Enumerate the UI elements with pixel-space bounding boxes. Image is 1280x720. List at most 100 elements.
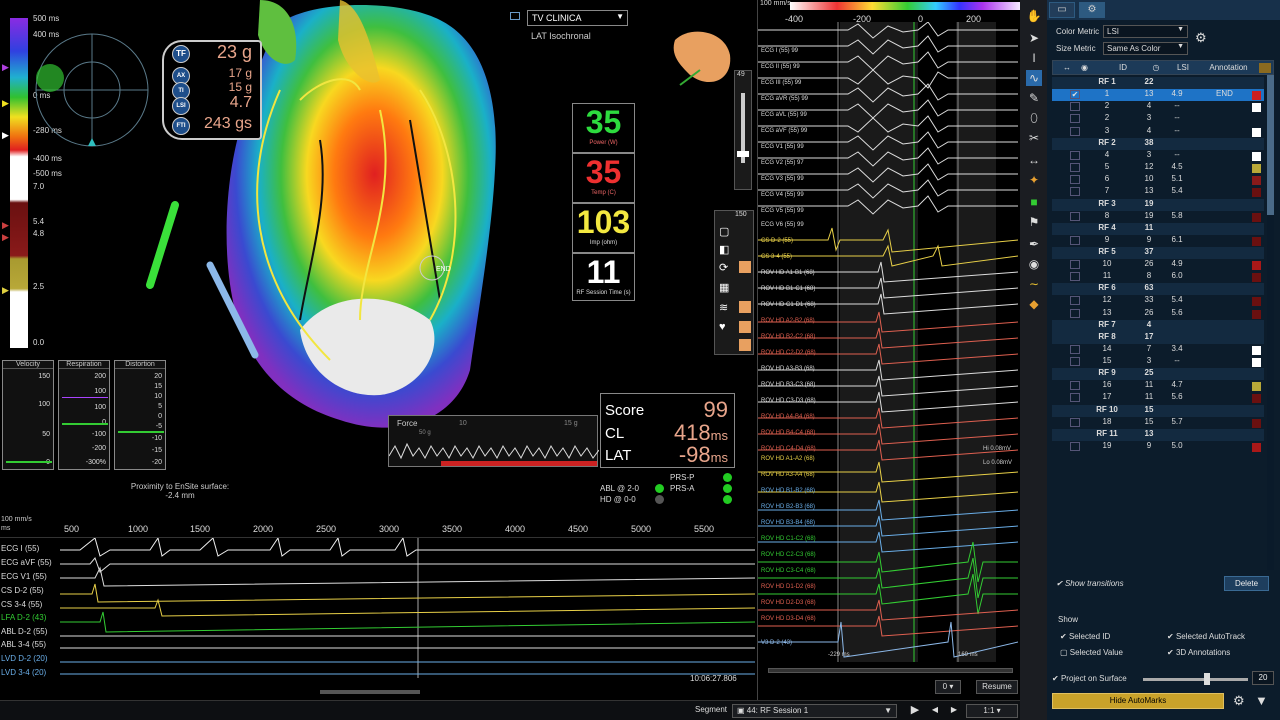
bag-icon[interactable]: ◆ <box>1026 296 1042 312</box>
timeline-scrollbar[interactable] <box>320 690 420 694</box>
head-icon-3[interactable] <box>739 321 751 333</box>
tool-cl-icon[interactable]: ◧ <box>719 243 729 256</box>
project-value-field[interactable]: 20 <box>1252 671 1274 685</box>
table-scroll-thumb[interactable] <box>1267 75 1274 215</box>
egm-traces-panel[interactable]: 100 mm/s -400 -200 0 200 ECG I (55) 99 E… <box>757 0 1025 700</box>
scalpel-icon[interactable]: ✂ <box>1026 130 1042 146</box>
map-type-select[interactable]: TV CLINICA ▼ <box>527 10 628 26</box>
brush-icon[interactable]: ✦ <box>1026 172 1042 188</box>
row-checkbox[interactable] <box>1070 211 1080 221</box>
annotations-3d-checkbox[interactable]: ✔ 3D Annotations <box>1167 648 1230 657</box>
table-row[interactable]: 14 7 3.4 <box>1052 344 1264 356</box>
filter-icon[interactable]: ▼ <box>1255 693 1268 708</box>
selected-value-checkbox[interactable]: ▢ Selected Value <box>1060 648 1123 657</box>
resume-button[interactable]: Resume <box>976 680 1018 694</box>
tool-window-icon[interactable]: ▢ <box>719 225 729 238</box>
group-row[interactable]: RF 7 4 <box>1052 319 1264 332</box>
selected-id-checkbox[interactable]: ✔ Selected ID <box>1060 632 1110 641</box>
delete-button[interactable]: Delete <box>1224 576 1269 591</box>
head-icon-2[interactable] <box>739 301 751 313</box>
col-lsi[interactable]: LSI <box>1168 63 1198 72</box>
traces-scrollbar[interactable] <box>768 668 1013 673</box>
show-transitions-toggle[interactable]: ✔ Show transitions <box>1056 579 1124 588</box>
group-row[interactable]: RF 3 19 <box>1052 198 1264 211</box>
table-row[interactable]: 7 13 5.4 <box>1052 186 1264 198</box>
table-row[interactable]: 8 19 5.8 <box>1052 211 1264 223</box>
group-row[interactable]: RF 8 17 <box>1052 331 1264 344</box>
map-view[interactable]: END 500 ms 400 ms 0 ms -280 ms -400 ms -… <box>0 0 755 505</box>
group-row[interactable]: RF 11 13 <box>1052 428 1264 441</box>
map-icon[interactable] <box>510 12 520 20</box>
table-row[interactable]: 3 4 -- <box>1052 126 1264 138</box>
lat-window-bar[interactable] <box>790 2 1025 10</box>
marker-arrow-4[interactable]: ▶ <box>2 220 9 231</box>
col-id[interactable]: ID <box>1103 63 1143 72</box>
tool-rotate-icon[interactable]: ⟳ <box>719 261 728 274</box>
pen-icon[interactable]: ✎ <box>1026 90 1042 106</box>
automark-table-body[interactable]: RF 1 22 ✔ 1 13 4.9 END 2 4 -- 2 3 -- 3 4 -- RF 2 38 4 3 -- 5 1… <box>1052 75 1274 570</box>
hide-automarks-button[interactable]: Hide AutoMarks <box>1052 693 1224 709</box>
tab-window[interactable]: ▭ <box>1049 2 1075 18</box>
table-row[interactable]: 5 12 4.5 <box>1052 162 1264 174</box>
lasso-icon[interactable]: ∿ <box>1026 70 1042 86</box>
table-row[interactable]: 17 11 5.6 <box>1052 392 1264 404</box>
table-row[interactable]: 4 3 -- <box>1052 150 1264 162</box>
lat-color-bar[interactable] <box>10 18 28 348</box>
col-annotation[interactable]: Annotation <box>1201 63 1256 72</box>
table-row[interactable]: 11 8 6.0 <box>1052 271 1264 283</box>
project-slider-thumb[interactable] <box>1204 673 1210 685</box>
size-metric-select[interactable]: Same As Color ▼ <box>1103 42 1188 55</box>
color-metric-select[interactable]: LSI ▼ <box>1103 25 1188 38</box>
step-forward-icon[interactable]: ▶ <box>945 704 963 718</box>
row-checkbox[interactable] <box>1070 393 1080 403</box>
table-row[interactable]: 10 26 4.9 <box>1052 259 1264 271</box>
row-checkbox[interactable] <box>1070 272 1080 282</box>
needle-icon[interactable]: ✒ <box>1026 236 1042 252</box>
table-row[interactable]: 16 11 4.7 <box>1052 380 1264 392</box>
table-row[interactable]: 13 26 5.6 <box>1052 308 1264 320</box>
row-checkbox[interactable] <box>1070 187 1080 197</box>
row-checkbox[interactable] <box>1070 296 1080 306</box>
row-checkbox[interactable] <box>1070 126 1080 136</box>
col-arrow-icon[interactable]: ↔ <box>1063 63 1071 72</box>
row-checkbox[interactable] <box>1070 344 1080 354</box>
tool-waves-icon[interactable]: ≋ <box>719 301 728 314</box>
marker-arrow-1[interactable]: ▶ <box>2 62 9 73</box>
col-eye-icon[interactable]: ◉ <box>1081 63 1088 72</box>
marker-arrow-3[interactable]: ▶ <box>2 130 9 141</box>
marker-arrow-5[interactable]: ▶ <box>2 232 9 243</box>
row-checkbox[interactable] <box>1070 441 1080 451</box>
egm-timeline[interactable]: 100 mm/s ms 500 1000 1500 2000 2500 3000… <box>0 508 755 700</box>
col-timer-icon[interactable]: ◷ <box>1146 63 1166 72</box>
row-checkbox[interactable] <box>1070 102 1080 112</box>
group-row[interactable]: RF 9 25 <box>1052 368 1264 381</box>
table-row[interactable]: 2 3 -- <box>1052 113 1264 125</box>
eye-icon[interactable]: ◉ <box>1026 256 1042 272</box>
row-checkbox[interactable] <box>1070 381 1080 391</box>
row-checkbox[interactable] <box>1070 235 1080 245</box>
marker-arrow-2[interactable]: ▶ <box>2 98 9 109</box>
layer-icon[interactable]: ■ <box>1026 194 1042 210</box>
play-icon[interactable]: ▶ <box>906 704 924 718</box>
group-row[interactable]: RF 2 38 <box>1052 137 1264 150</box>
row-checkbox[interactable] <box>1070 417 1080 427</box>
project-on-surface-checkbox[interactable]: ✔ Project on Surface <box>1052 674 1127 683</box>
table-row[interactable]: 2 4 -- <box>1052 101 1264 113</box>
marker-arrow-6[interactable]: ▶ <box>2 285 9 296</box>
col-color-icon[interactable] <box>1259 63 1271 73</box>
project-slider-track[interactable] <box>1143 678 1248 681</box>
counter-select[interactable]: 0 ▾ <box>935 680 961 694</box>
table-row[interactable]: ✔ 1 13 4.9 END <box>1052 89 1264 101</box>
group-row[interactable]: RF 5 37 <box>1052 247 1264 259</box>
eraser-icon[interactable]: ⬯ <box>1026 110 1042 126</box>
head-icon-4[interactable] <box>739 339 751 351</box>
head-icon-1[interactable] <box>739 261 751 273</box>
segment-select[interactable]: ▣ 44: RF Session 1 ▼ <box>732 704 897 718</box>
tool-heart-icon[interactable]: ♥ <box>719 321 726 333</box>
row-checkbox[interactable] <box>1070 357 1080 366</box>
group-row[interactable]: RF 10 15 <box>1052 404 1264 417</box>
measure-icon[interactable]: ↔ <box>1026 152 1042 168</box>
row-checkbox[interactable] <box>1070 114 1080 124</box>
speed-select[interactable]: 1:1 ▾ <box>966 704 1018 718</box>
row-checkbox[interactable]: ✔ <box>1070 90 1080 99</box>
